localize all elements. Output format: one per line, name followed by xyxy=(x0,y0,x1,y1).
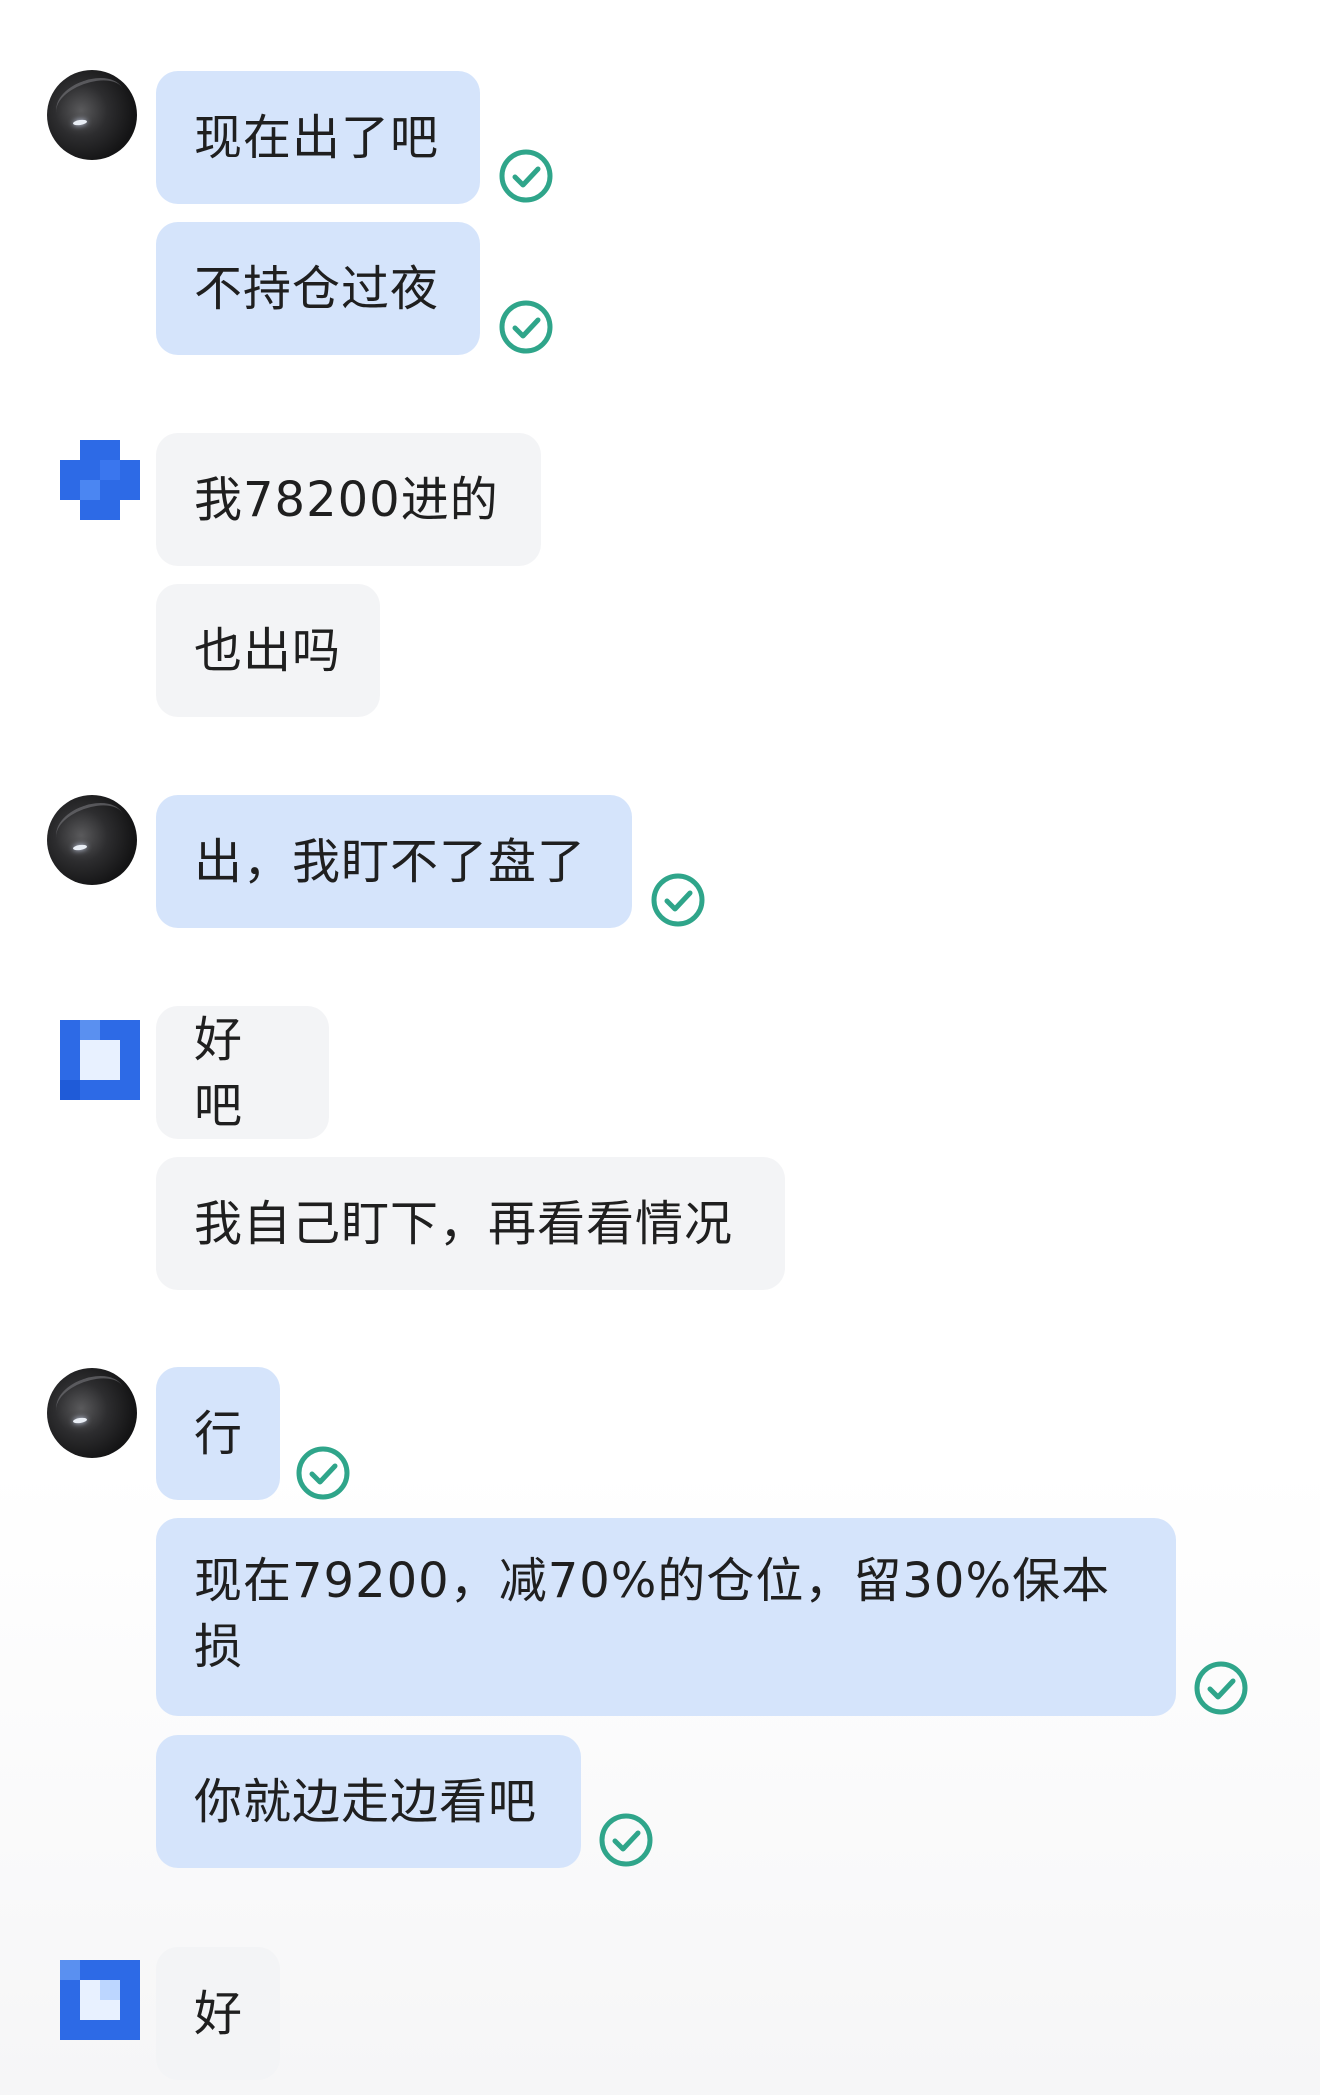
check-circle-icon xyxy=(599,1813,653,1867)
message-bubble-received[interactable]: 好吧 xyxy=(156,1006,329,1139)
message-bubble-sent[interactable]: 你就边走边看吧 xyxy=(156,1735,581,1868)
other-avatar[interactable] xyxy=(60,1020,140,1100)
message-bubble-received[interactable]: 我78200进的 xyxy=(156,433,541,566)
message-bubble-received[interactable]: 也出吗 xyxy=(156,584,380,717)
check-circle-icon xyxy=(296,1446,350,1500)
message-bubble-sent[interactable]: 现在出了吧 xyxy=(156,71,480,204)
my-avatar[interactable] xyxy=(47,70,137,160)
check-circle-icon xyxy=(499,300,553,354)
other-avatar[interactable] xyxy=(60,1960,140,2040)
check-circle-icon xyxy=(651,873,705,927)
message-bubble-sent[interactable]: 出，我盯不了盘了 xyxy=(156,795,632,928)
my-avatar[interactable] xyxy=(47,1368,137,1458)
check-circle-icon xyxy=(1194,1661,1248,1715)
my-avatar[interactable] xyxy=(47,795,137,885)
message-bubble-sent[interactable]: 不持仓过夜 xyxy=(156,222,480,355)
other-avatar[interactable] xyxy=(60,440,140,520)
message-bubble-sent[interactable]: 行 xyxy=(156,1367,280,1500)
message-bubble-sent[interactable]: 现在79200，减70%的仓位，留30%保本损 xyxy=(156,1518,1176,1716)
chat-thread: 现在出了吧 不持仓过夜 我78200进的 也出吗 出，我盯不了盘了 好吧 我自己… xyxy=(0,0,1320,2095)
check-circle-icon xyxy=(499,149,553,203)
message-bubble-received[interactable]: 好 xyxy=(156,1947,280,2080)
message-bubble-received[interactable]: 我自己盯下，再看看情况 xyxy=(156,1157,785,1290)
